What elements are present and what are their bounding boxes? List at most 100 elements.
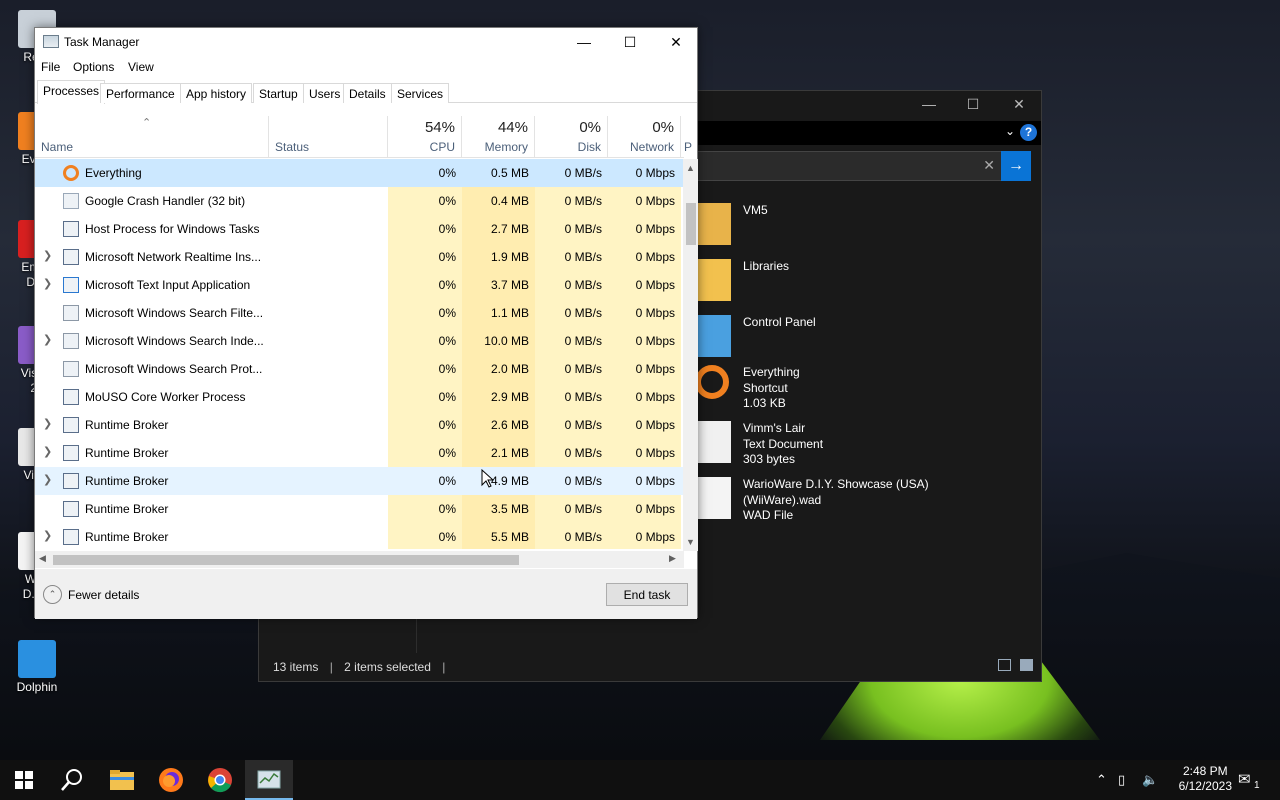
search-service-icon — [63, 361, 79, 377]
minimize-icon[interactable]: — — [907, 96, 951, 112]
menu-options[interactable]: Options — [73, 60, 114, 74]
task-manager-taskbar-button[interactable] — [245, 760, 293, 800]
volume-muted-icon[interactable]: 🔈 — [1142, 772, 1158, 788]
file-detail: 303 bytes — [743, 452, 796, 466]
expand-chevron-icon[interactable]: ❯ — [43, 249, 52, 262]
desktop-icon[interactable]: Dolphin — [0, 640, 74, 695]
cpu-cell: 0% — [388, 383, 462, 411]
process-row[interactable]: ❯ Microsoft Network Realtime Ins... 0% 1.9 … — [35, 243, 684, 271]
network-icon[interactable]: ▯ — [1118, 772, 1125, 788]
column-name[interactable]: Name — [35, 116, 269, 158]
everything-icon — [63, 165, 79, 181]
firefox-taskbar-button[interactable] — [147, 760, 195, 800]
tab-services[interactable]: Services — [391, 83, 450, 103]
expand-chevron-icon[interactable]: ❯ — [43, 473, 52, 486]
tab-processes[interactable]: Processes — [37, 80, 106, 104]
horizontal-scrollbar[interactable]: ◀ ▶ — [35, 551, 684, 568]
menu-view[interactable]: View — [128, 60, 154, 74]
task-manager-window[interactable]: Task Manager — ☐ ✕ File Options View Pro… — [34, 27, 698, 619]
help-icon[interactable]: ? — [1020, 124, 1037, 141]
explorer-search-input[interactable]: ✕ — [689, 151, 1002, 181]
horizontal-scroll-thumb[interactable] — [53, 555, 519, 565]
vertical-scrollbar[interactable]: ▲ ▼ — [683, 159, 698, 551]
expand-chevron-icon[interactable]: ❯ — [43, 529, 52, 542]
scroll-down-icon[interactable]: ▼ — [686, 537, 695, 547]
vertical-scroll-thumb[interactable] — [686, 203, 696, 245]
clear-search-icon[interactable]: ✕ — [983, 157, 995, 174]
expand-chevron-icon[interactable]: ❯ — [43, 417, 52, 430]
large-icons-view-icon[interactable] — [1020, 659, 1033, 671]
column-power[interactable]: P — [681, 116, 692, 158]
file-name: WarioWare D.I.Y. Showcase (USA) — [743, 477, 929, 491]
clock[interactable]: 2:48 PM 6/12/2023 — [1179, 764, 1232, 794]
expand-chevron-icon[interactable]: ❯ — [43, 333, 52, 346]
menu-file[interactable]: File — [41, 60, 60, 74]
tab-app-history[interactable]: App history — [180, 83, 253, 103]
tab-startup[interactable]: Startup — [253, 83, 304, 103]
chrome-taskbar-button[interactable] — [196, 760, 244, 800]
file-explorer-taskbar-button[interactable] — [98, 760, 146, 800]
cpu-cell: 0% — [438, 474, 456, 488]
process-row[interactable]: Host Process for Windows Tasks 0% 2.7 MB 0 … — [35, 215, 684, 243]
process-list[interactable]: Everything 0% 0.5 MB 0 MB/s 0 Mbps Google Cra… — [35, 159, 684, 549]
task-manager-titlebar[interactable]: Task Manager — ☐ ✕ — [35, 28, 697, 56]
process-row[interactable]: ❯ Runtime Broker 0% 4.9 MB 0 MB/s 0 Mbps — [35, 467, 684, 495]
end-task-button[interactable]: End task — [606, 583, 688, 606]
column-network[interactable]: 0% Network — [608, 116, 681, 158]
process-row[interactable]: Google Crash Handler (32 bit) 0% 0.4 MB 0 M… — [35, 187, 684, 215]
search-go-button[interactable]: → — [1001, 151, 1031, 181]
process-row[interactable]: Runtime Broker 0% 3.5 MB 0 MB/s 0 Mbps — [35, 495, 684, 523]
memory-cell: 1.1 MB — [462, 299, 535, 327]
explorer-status-bar: 13 items | 2 items selected | — [259, 653, 1041, 681]
details-view-icon[interactable] — [997, 659, 1011, 671]
column-memory[interactable]: 44% Memory — [462, 116, 535, 158]
search-button[interactable] — [48, 760, 96, 800]
expand-chevron-icon[interactable]: ❯ — [43, 277, 52, 290]
close-icon[interactable]: ✕ — [997, 96, 1041, 113]
tab-users[interactable]: Users — [303, 83, 347, 103]
process-row[interactable]: ❯ Runtime Broker 0% 5.5 MB 0 MB/s 0 Mbps — [35, 523, 684, 549]
process-row[interactable]: ❯ Runtime Broker 0% 2.6 MB 0 MB/s 0 Mbps — [35, 411, 684, 439]
file-item[interactable]: Control Panel — [695, 315, 959, 367]
expand-chevron-icon[interactable]: ❯ — [43, 445, 52, 458]
file-item[interactable]: Libraries — [695, 259, 959, 311]
maximize-icon[interactable]: ☐ — [951, 96, 995, 113]
expand-ribbon-icon[interactable]: ⌄ — [1005, 124, 1015, 138]
disk-cell: 0 MB/s — [535, 523, 608, 549]
file-item[interactable]: WarioWare D.I.Y. Showcase (USA) (WiiWare)… — [695, 477, 959, 529]
process-name: Microsoft Text Input Application — [85, 278, 251, 292]
column-status[interactable]: Status — [269, 116, 388, 158]
network-cell: 0 Mbps — [635, 474, 675, 488]
close-button[interactable]: ✕ — [653, 28, 699, 56]
process-row[interactable]: Microsoft Windows Search Filte... 0% 1.1 M… — [35, 299, 684, 327]
show-hidden-icons-icon[interactable]: ⌃ — [1096, 772, 1107, 788]
process-row[interactable]: MoUSO Core Worker Process 0% 2.9 MB 0 MB/s 0… — [35, 383, 684, 411]
tab-performance[interactable]: Performance — [100, 83, 181, 103]
file-item[interactable]: Vimm's Lair Text Document 303 bytes — [695, 421, 959, 473]
network-cell: 0 Mbps — [608, 439, 681, 467]
process-row[interactable]: ❯ Runtime Broker 0% 2.1 MB 0 MB/s 0 Mbps — [35, 439, 684, 467]
process-row[interactable]: ❯ Microsoft Text Input Application 0% 3.7 M… — [35, 271, 684, 299]
process-row[interactable]: ❯ Microsoft Windows Search Inde... 0% 10.0 … — [35, 327, 684, 355]
disk-cell: 0 MB/s — [535, 411, 608, 439]
column-disk[interactable]: 0% Disk — [535, 116, 608, 158]
file-item[interactable]: Everything Shortcut 1.03 KB — [695, 365, 959, 417]
notification-icon[interactable]: ✉ — [1238, 770, 1251, 788]
cpu-cell: 0% — [388, 355, 462, 383]
scroll-right-icon[interactable]: ▶ — [669, 553, 676, 564]
maximize-button[interactable]: ☐ — [607, 28, 653, 56]
file-item[interactable]: VM5 — [695, 203, 959, 255]
minimize-button[interactable]: — — [561, 28, 607, 56]
fewer-details-link[interactable]: Fewer details — [68, 588, 139, 602]
scroll-up-icon[interactable]: ▲ — [686, 163, 695, 173]
scroll-left-icon[interactable]: ◀ — [39, 553, 46, 564]
tab-details[interactable]: Details — [343, 83, 392, 103]
start-button[interactable] — [0, 760, 48, 800]
chevron-up-icon[interactable]: ⌃ — [43, 585, 62, 604]
network-cell: 0 Mbps — [608, 187, 681, 215]
process-name: Microsoft Network Realtime Ins... — [85, 250, 262, 264]
process-row[interactable]: Everything 0% 0.5 MB 0 MB/s 0 Mbps — [35, 159, 684, 187]
window-process-icon — [63, 473, 79, 489]
column-cpu[interactable]: 54% CPU — [388, 116, 462, 158]
process-row[interactable]: Microsoft Windows Search Prot... 0% 2.0 MB… — [35, 355, 684, 383]
